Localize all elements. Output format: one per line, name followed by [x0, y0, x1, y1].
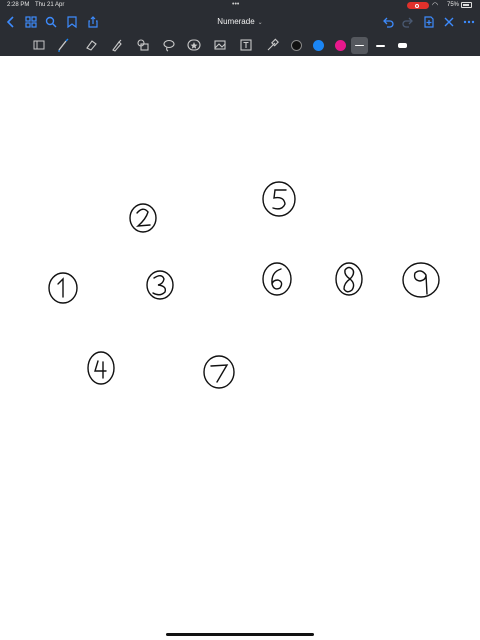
circled-digit-4[interactable] [87, 351, 115, 385]
thin-line-icon [355, 45, 364, 46]
screen-recording-icon[interactable] [407, 2, 429, 9]
circled-digit-2[interactable] [129, 203, 157, 233]
circled-digit-5[interactable] [262, 181, 296, 217]
navigation-bar: Numerade ⌄ [0, 11, 480, 33]
multitasking-dots-icon[interactable]: ••• [232, 1, 239, 8]
add-page-icon[interactable] [422, 15, 436, 29]
circled-digit-9[interactable] [402, 262, 440, 298]
color-swatch-blue[interactable] [313, 40, 324, 51]
sticker-icon[interactable] [187, 38, 201, 52]
undo-icon[interactable] [381, 15, 395, 29]
thick-line-icon [398, 43, 407, 48]
medium-line-icon [376, 45, 385, 47]
status-date: Thu 21 Apr [35, 2, 65, 8]
status-time: 2:28 PM [7, 2, 30, 8]
text-icon[interactable] [239, 38, 253, 52]
more-options-icon[interactable] [462, 15, 476, 29]
drawing-canvas[interactable] [0, 56, 480, 640]
battery-icon [461, 2, 472, 8]
circled-digit-3[interactable] [146, 270, 174, 300]
home-indicator[interactable] [166, 633, 314, 636]
drawing-toolbar [0, 34, 480, 56]
pen-icon[interactable] [56, 38, 70, 52]
sidebar-icon[interactable] [32, 38, 46, 52]
circled-digit-1[interactable] [48, 272, 78, 304]
status-bar: 2:28 PM Thu 21 Apr ••• ◠ 75% [0, 0, 480, 11]
lasso-icon[interactable] [162, 38, 176, 52]
chevron-down-icon: ⌄ [257, 20, 263, 26]
stroke-medium-option[interactable] [372, 37, 389, 54]
color-swatch-black[interactable] [291, 40, 302, 51]
circled-digit-8[interactable] [335, 262, 363, 296]
redo-icon[interactable] [401, 15, 415, 29]
handwriting-layer [48, 181, 440, 389]
close-icon[interactable] [442, 15, 456, 29]
eraser-icon[interactable] [84, 38, 98, 52]
color-swatch-magenta[interactable] [335, 40, 346, 51]
stroke-thick-option[interactable] [394, 37, 411, 54]
app-chrome: 2:28 PM Thu 21 Apr ••• ◠ 75% Numerade ⌄ [0, 0, 480, 56]
circled-digit-6[interactable] [262, 262, 292, 296]
shapes-icon[interactable] [136, 38, 150, 52]
circled-digit-7[interactable] [203, 355, 235, 389]
highlighter-icon[interactable] [110, 38, 124, 52]
laser-pointer-icon[interactable] [265, 38, 279, 52]
wifi-icon: ◠ [432, 2, 439, 9]
document-title-label: Numerade [217, 17, 255, 26]
stroke-thin-option[interactable] [351, 37, 368, 54]
battery-percentage: 75% [447, 2, 460, 8]
image-icon[interactable] [213, 38, 227, 52]
